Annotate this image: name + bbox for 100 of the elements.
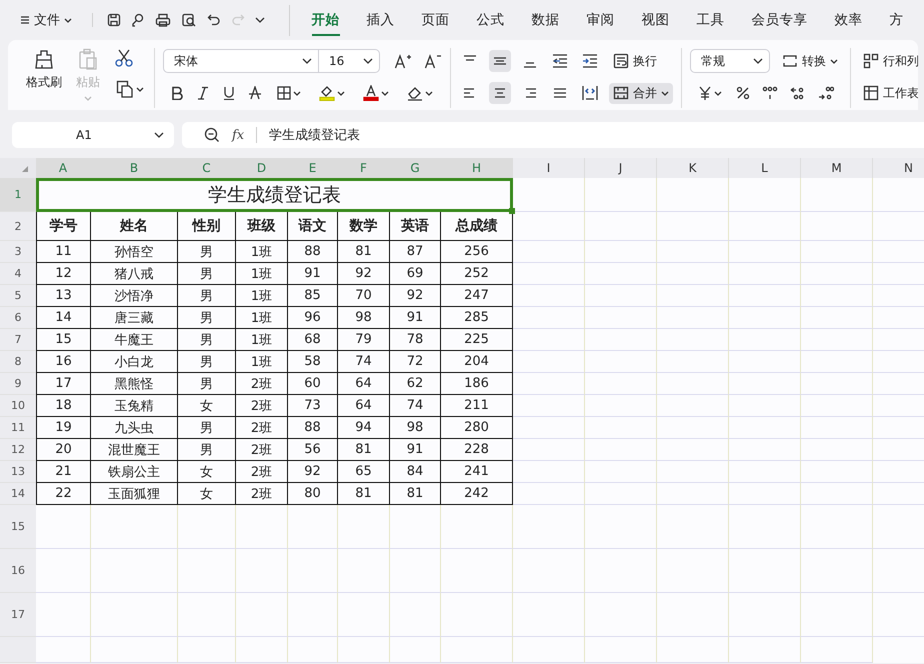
row-header[interactable]: 10: [0, 395, 36, 417]
empty-cell[interactable]: [585, 549, 657, 593]
empty-cell[interactable]: [513, 483, 585, 505]
ribbon-tab[interactable]: 审阅: [586, 4, 614, 36]
align-middle-icon[interactable]: [489, 50, 511, 72]
zoom-icon[interactable]: [204, 127, 220, 143]
empty-cell[interactable]: [729, 395, 801, 417]
empty-cell[interactable]: [585, 263, 657, 285]
empty-cell[interactable]: [513, 395, 585, 417]
row-header[interactable]: 1: [0, 178, 36, 212]
empty-cell[interactable]: [801, 593, 873, 637]
empty-cell[interactable]: [729, 241, 801, 263]
row-header[interactable]: 16: [0, 549, 36, 593]
empty-cell[interactable]: [513, 439, 585, 461]
empty-cell[interactable]: [729, 329, 801, 351]
align-center-icon[interactable]: [489, 82, 511, 104]
empty-cell[interactable]: [801, 637, 873, 663]
empty-cell[interactable]: [585, 178, 657, 212]
empty-cell[interactable]: [441, 505, 513, 549]
empty-cell[interactable]: [178, 637, 236, 663]
empty-cell[interactable]: [801, 439, 873, 461]
empty-cell[interactable]: [585, 417, 657, 439]
empty-cell[interactable]: [657, 212, 729, 241]
name-box[interactable]: A1: [12, 122, 174, 148]
strikethrough-icon[interactable]: [249, 86, 261, 100]
ribbon-tab[interactable]: 效率: [834, 4, 862, 36]
empty-cell[interactable]: [390, 505, 441, 549]
row-header[interactable]: 14: [0, 483, 36, 505]
ribbon-tab[interactable]: 工具: [696, 4, 724, 36]
empty-cell[interactable]: [657, 307, 729, 329]
empty-cell[interactable]: [288, 549, 338, 593]
column-header[interactable]: I: [513, 158, 585, 178]
empty-cell[interactable]: [657, 285, 729, 307]
empty-cell[interactable]: [585, 505, 657, 549]
empty-cell[interactable]: [729, 263, 801, 285]
row-header[interactable]: 11: [0, 417, 36, 439]
percent-icon[interactable]: [736, 86, 750, 100]
empty-cell[interactable]: [91, 549, 178, 593]
column-header[interactable]: A: [36, 158, 91, 178]
font-name-dropdown[interactable]: 宋体: [163, 49, 319, 73]
column-header[interactable]: H: [441, 158, 513, 178]
empty-cell[interactable]: [657, 417, 729, 439]
column-header[interactable]: M: [801, 158, 873, 178]
empty-cell[interactable]: [801, 395, 873, 417]
empty-cell[interactable]: [801, 417, 873, 439]
empty-cell[interactable]: [585, 329, 657, 351]
select-all-icon[interactable]: [0, 158, 36, 178]
fill-handle[interactable]: [509, 208, 515, 214]
empty-cell[interactable]: [585, 285, 657, 307]
empty-cell[interactable]: [513, 263, 585, 285]
empty-cell[interactable]: [657, 483, 729, 505]
empty-cell[interactable]: [801, 461, 873, 483]
empty-cell[interactable]: [801, 307, 873, 329]
copy-button[interactable]: [114, 78, 146, 100]
empty-cell[interactable]: [729, 637, 801, 663]
bold-icon[interactable]: [171, 86, 183, 100]
empty-cell[interactable]: [729, 178, 801, 212]
selected-cell[interactable]: 学生成绩登记表: [36, 178, 513, 212]
empty-cell[interactable]: [729, 285, 801, 307]
empty-cell[interactable]: [657, 329, 729, 351]
ribbon-tab[interactable]: 开始: [312, 4, 340, 36]
empty-cell[interactable]: [657, 637, 729, 663]
borders-button[interactable]: [275, 84, 303, 102]
empty-cell[interactable]: [513, 285, 585, 307]
empty-cell[interactable]: [729, 212, 801, 241]
column-header[interactable]: J: [585, 158, 657, 178]
caret-icon[interactable]: [255, 16, 265, 24]
empty-cell[interactable]: [585, 241, 657, 263]
empty-cell[interactable]: [513, 241, 585, 263]
empty-cell[interactable]: [390, 593, 441, 637]
empty-cell[interactable]: [178, 593, 236, 637]
font-color-button[interactable]: [361, 83, 391, 103]
empty-cell[interactable]: [178, 505, 236, 549]
convert-button[interactable]: 转换: [778, 50, 842, 72]
empty-cell[interactable]: [513, 637, 585, 663]
empty-cell[interactable]: [801, 178, 873, 212]
merge-button[interactable]: 合并: [609, 82, 673, 104]
wrap-text-button[interactable]: 换行: [609, 50, 661, 72]
empty-cell[interactable]: [585, 307, 657, 329]
decrease-font-icon[interactable]: [424, 53, 442, 69]
empty-cell[interactable]: [390, 637, 441, 663]
empty-cell[interactable]: [236, 505, 288, 549]
increase-font-icon[interactable]: [394, 53, 412, 69]
empty-cell[interactable]: [657, 505, 729, 549]
empty-cell[interactable]: [801, 373, 873, 395]
empty-cell[interactable]: [801, 505, 873, 549]
empty-cell[interactable]: [657, 439, 729, 461]
empty-cell[interactable]: [729, 593, 801, 637]
empty-cell[interactable]: [236, 549, 288, 593]
empty-cell[interactable]: [338, 549, 390, 593]
empty-cell[interactable]: [288, 505, 338, 549]
column-header[interactable]: E: [288, 158, 338, 178]
empty-cell[interactable]: [801, 549, 873, 593]
empty-cell[interactable]: [178, 549, 236, 593]
empty-cell[interactable]: [441, 593, 513, 637]
empty-cell[interactable]: [585, 439, 657, 461]
empty-cell[interactable]: [513, 461, 585, 483]
column-header[interactable]: G: [390, 158, 441, 178]
empty-cell[interactable]: [513, 593, 585, 637]
empty-cell[interactable]: [801, 285, 873, 307]
